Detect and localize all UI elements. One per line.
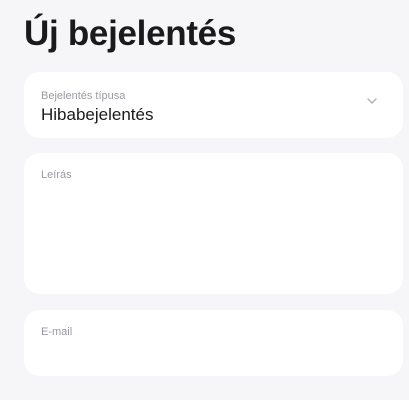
report-type-value: Hibabejelentés xyxy=(41,105,154,124)
email-field[interactable]: E-mail xyxy=(24,310,403,376)
page-title: Új bejelentés xyxy=(24,14,237,53)
report-type-label: Bejelentés típusa xyxy=(41,90,126,102)
chevron-down-icon xyxy=(367,98,377,104)
description-label: Leírás xyxy=(41,169,72,181)
description-input[interactable] xyxy=(41,189,386,281)
email-input[interactable] xyxy=(41,344,386,366)
email-label: E-mail xyxy=(41,326,73,338)
report-type-select[interactable]: Bejelentés típusa Hibabejelentés xyxy=(24,72,403,138)
description-field[interactable]: Leírás xyxy=(24,153,403,294)
new-report-screen: Új bejelentés Bejelentés típusa Hibabeje… xyxy=(0,0,409,400)
